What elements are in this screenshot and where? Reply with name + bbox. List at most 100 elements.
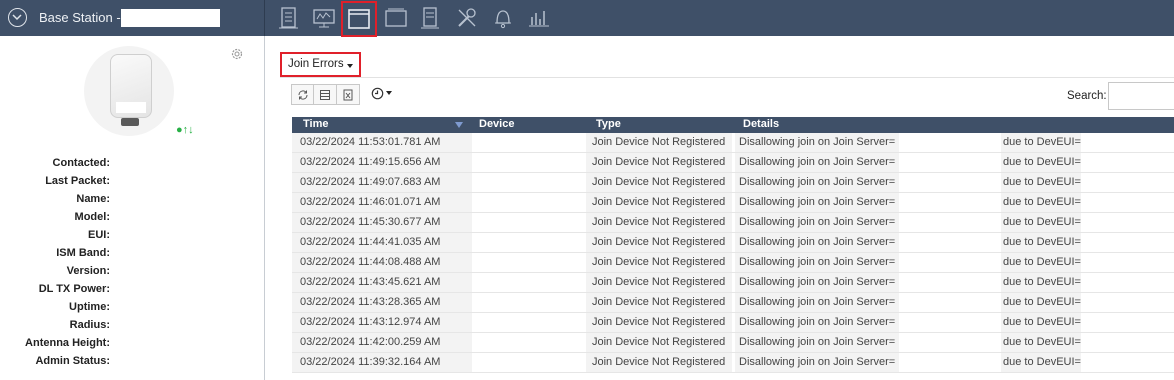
monitor-chart-icon[interactable] <box>311 5 337 31</box>
tools-icon[interactable] <box>454 5 480 31</box>
sort-desc-icon[interactable] <box>455 122 463 128</box>
cell-details-cont: due to DevEUI= <box>1001 233 1081 252</box>
join-errors-table: Time Device Type Details 03/22/2024 11:5… <box>292 117 1174 373</box>
table-row[interactable]: 03/22/2024 11:42:00.259 AM Join Device No… <box>292 333 1174 353</box>
cell-details-cont: due to DevEUI= <box>1001 333 1081 352</box>
info-label: Model: <box>74 211 110 223</box>
cell-details: Disallowing join on Join Server= <box>735 253 899 272</box>
cell-details-cont: due to DevEUI= <box>1001 193 1081 212</box>
cell-details: Disallowing join on Join Server= <box>735 173 899 192</box>
info-label: DL TX Power: <box>38 283 110 295</box>
info-list: Contacted: Last Packet: Name: Model: EUI: ISM… <box>0 154 110 370</box>
connection-status-icon: ●↑↓ <box>176 124 194 136</box>
table-tools <box>291 84 360 105</box>
column-header-device[interactable]: Device <box>479 118 514 130</box>
column-header-time[interactable]: Time <box>303 118 328 130</box>
cell-details-cont: due to DevEUI= <box>1001 173 1081 192</box>
cell-time: 03/22/2024 11:44:08.488 AM <box>292 253 472 272</box>
cell-type: Join Device Not Registered <box>586 153 732 172</box>
table-icon <box>320 89 330 100</box>
table-row[interactable]: 03/22/2024 11:39:32.164 AM Join Device No… <box>292 353 1174 373</box>
window-icon[interactable] <box>341 1 377 37</box>
cell-time: 03/22/2024 11:46:01.071 AM <box>292 193 472 212</box>
bell-icon[interactable] <box>490 5 516 31</box>
columns-button[interactable] <box>314 84 337 105</box>
cell-time: 03/22/2024 11:44:41.035 AM <box>292 233 472 252</box>
cell-type: Join Device Not Registered <box>586 213 732 232</box>
info-label: Radius: <box>69 319 110 331</box>
dropdown-label: Join Errors <box>288 58 344 70</box>
gateway-mount <box>121 118 139 126</box>
export-excel-button[interactable] <box>337 84 360 105</box>
redacted-label <box>116 102 146 113</box>
table-body: 03/22/2024 11:53:01.781 AM Join Device No… <box>292 133 1174 373</box>
cell-time: 03/22/2024 11:43:45.621 AM <box>292 273 472 292</box>
info-label: Admin Status: <box>35 355 110 367</box>
caret-down-icon <box>386 91 392 95</box>
table-row[interactable]: 03/22/2024 11:44:41.035 AM Join Device No… <box>292 233 1174 253</box>
cell-details-cont: due to DevEUI= <box>1001 313 1081 332</box>
cell-details: Disallowing join on Join Server= <box>735 353 899 372</box>
column-header-type[interactable]: Type <box>596 118 621 130</box>
info-label: Name: <box>76 193 110 205</box>
cell-details-cont: due to DevEUI= <box>1001 293 1081 312</box>
info-label: Uptime: <box>69 301 110 313</box>
table-row[interactable]: 03/22/2024 11:43:45.621 AM Join Device No… <box>292 273 1174 293</box>
table-row[interactable]: 03/22/2024 11:53:01.781 AM Join Device No… <box>292 133 1174 153</box>
refresh-icon <box>297 89 308 100</box>
table-row[interactable]: 03/22/2024 11:45:30.677 AM Join Device No… <box>292 213 1174 233</box>
cell-time: 03/22/2024 11:49:15.656 AM <box>292 153 472 172</box>
cell-details-cont: due to DevEUI= <box>1001 133 1081 152</box>
cell-type: Join Device Not Registered <box>586 273 732 292</box>
column-header-details[interactable]: Details <box>743 118 779 130</box>
sidebar: ●↑↓ Contacted: Last Packet: Name: Model: EUI… <box>0 36 265 380</box>
table-row[interactable]: 03/22/2024 11:44:08.488 AM Join Device No… <box>292 253 1174 273</box>
gear-icon[interactable] <box>230 47 244 61</box>
top-bar: Base Station - <box>0 0 1174 37</box>
cell-type: Join Device Not Registered <box>586 333 732 352</box>
bar-chart-icon[interactable] <box>526 5 552 31</box>
cell-details: Disallowing join on Join Server= <box>735 193 899 212</box>
page-title: Base Station - <box>39 10 121 25</box>
table-row[interactable]: 03/22/2024 11:43:12.974 AM Join Device No… <box>292 313 1174 333</box>
redacted-name <box>121 9 220 27</box>
cell-details: Disallowing join on Join Server= <box>735 233 899 252</box>
cell-type: Join Device Not Registered <box>586 233 732 252</box>
cell-details: Disallowing join on Join Server= <box>735 293 899 312</box>
search-label: Search: <box>1067 90 1107 102</box>
cell-time: 03/22/2024 11:45:30.677 AM <box>292 213 472 232</box>
table-header: Time Device Type Details <box>292 117 1174 133</box>
cell-time: 03/22/2024 11:39:32.164 AM <box>292 353 472 372</box>
table-row[interactable]: 03/22/2024 11:49:15.656 AM Join Device No… <box>292 153 1174 173</box>
info-label: Last Packet: <box>45 175 110 187</box>
cell-details-cont: due to DevEUI= <box>1001 253 1081 272</box>
cell-type: Join Device Not Registered <box>586 193 732 212</box>
search-input[interactable] <box>1108 82 1174 110</box>
table-row[interactable]: 03/22/2024 11:46:01.071 AM Join Device No… <box>292 193 1174 213</box>
document-icon[interactable] <box>417 5 443 31</box>
cell-details: Disallowing join on Join Server= <box>735 333 899 352</box>
divider <box>280 77 1174 78</box>
base-station-header: Base Station - <box>0 0 265 36</box>
cell-details-cont: due to DevEUI= <box>1001 213 1081 232</box>
panel-icon[interactable] <box>383 5 409 31</box>
info-label: ISM Band: <box>56 247 110 259</box>
cell-type: Join Device Not Registered <box>586 293 732 312</box>
cell-details-cont: due to DevEUI= <box>1001 153 1081 172</box>
cell-time: 03/22/2024 11:42:00.259 AM <box>292 333 472 352</box>
table-row[interactable]: 03/22/2024 11:49:07.683 AM Join Device No… <box>292 173 1174 193</box>
view-dropdown[interactable]: Join Errors <box>280 52 361 77</box>
table-row[interactable]: 03/22/2024 11:43:28.365 AM Join Device No… <box>292 293 1174 313</box>
refresh-button[interactable] <box>291 84 314 105</box>
gateway-icon[interactable] <box>276 5 302 31</box>
time-range-button[interactable] <box>371 82 399 104</box>
caret-down-icon <box>347 64 353 68</box>
cell-details: Disallowing join on Join Server= <box>735 153 899 172</box>
cell-type: Join Device Not Registered <box>586 313 732 332</box>
cell-type: Join Device Not Registered <box>586 353 732 372</box>
main-panel: Join Errors Search: Time Device Type Det… <box>266 36 1174 380</box>
cell-time: 03/22/2024 11:43:28.365 AM <box>292 293 472 312</box>
info-label: Antenna Height: <box>25 337 110 349</box>
collapse-chevron-icon[interactable] <box>8 8 27 27</box>
info-label: EUI: <box>88 229 110 241</box>
